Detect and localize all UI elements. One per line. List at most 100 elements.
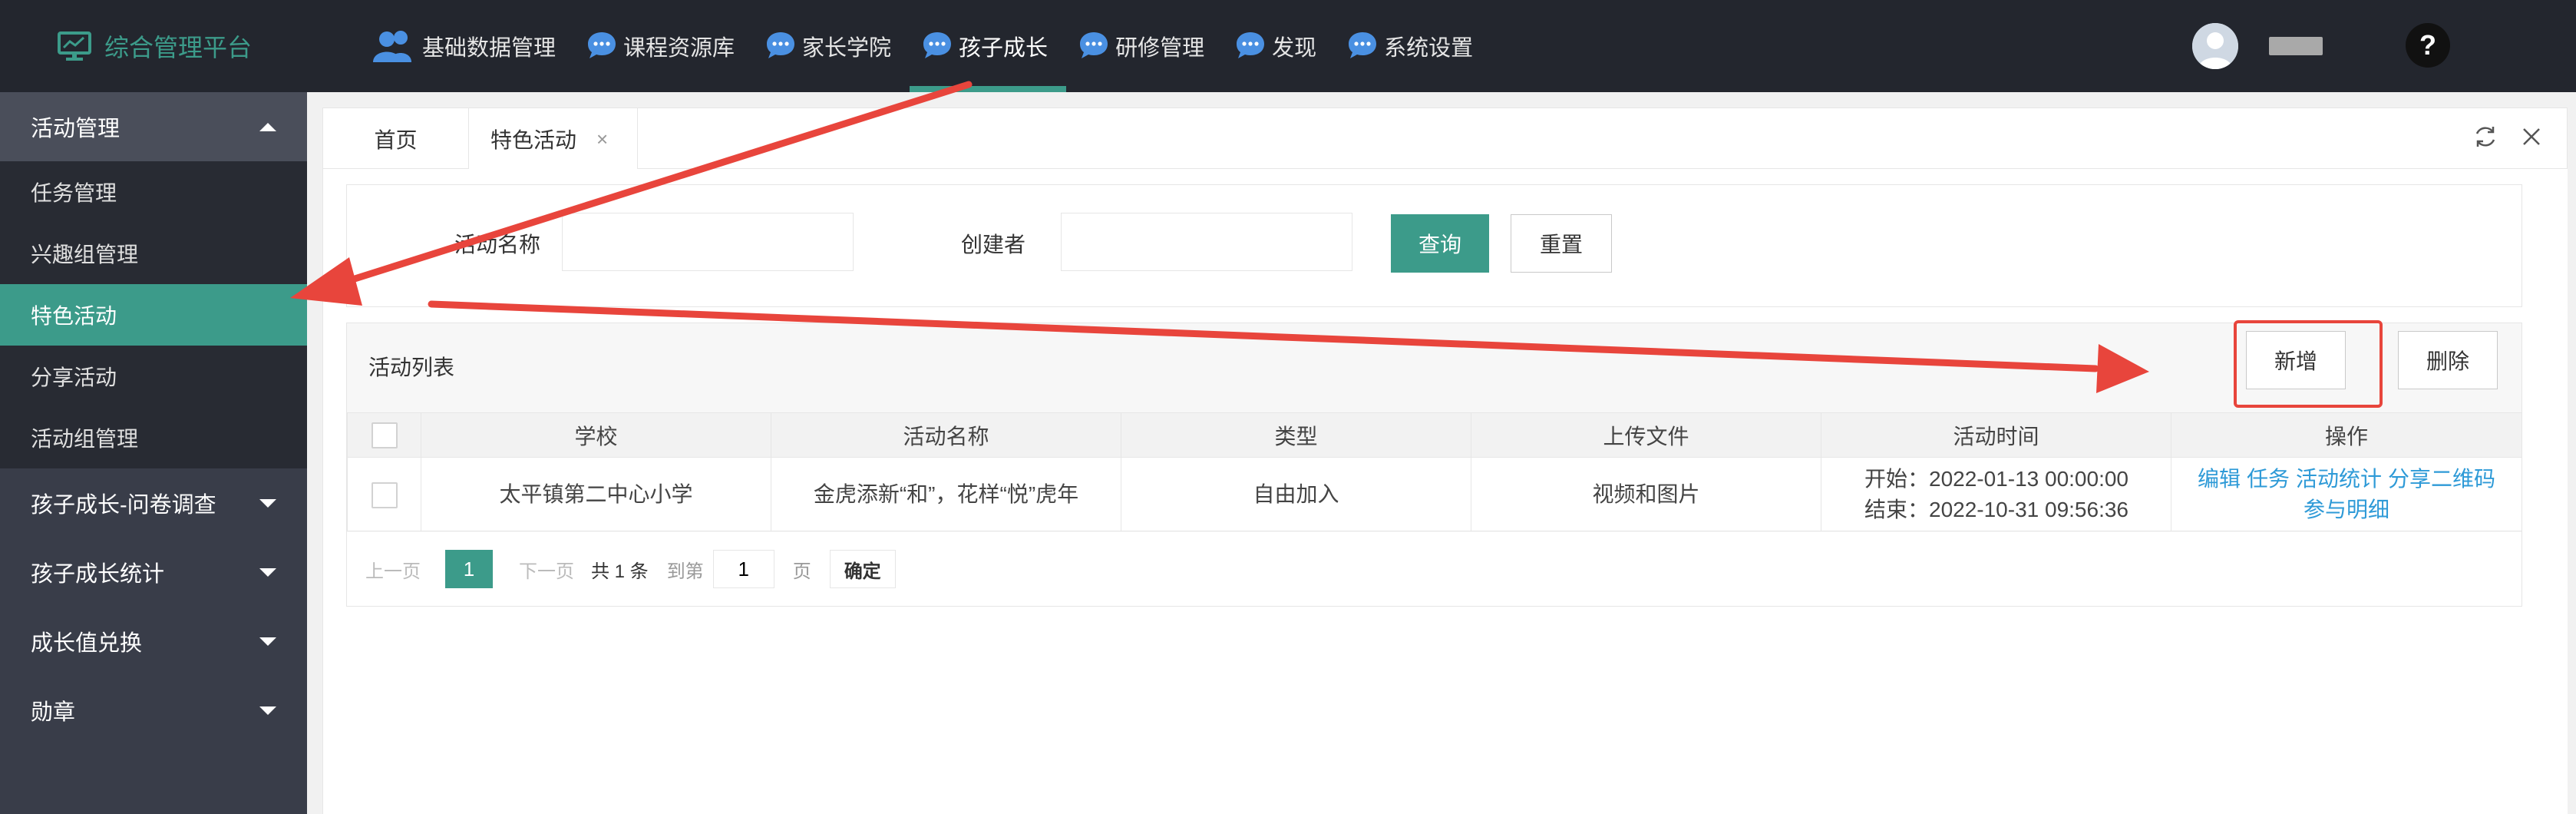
nav-course-library[interactable]: 课程资源库 xyxy=(574,0,753,92)
goto-page-input[interactable] xyxy=(712,550,774,588)
brand[interactable]: 综合管理平台 xyxy=(57,0,252,92)
chat-bubble-icon xyxy=(764,29,798,63)
nav-discover[interactable]: 发现 xyxy=(1223,0,1335,92)
sidebar-item-label: 分享活动 xyxy=(31,366,117,389)
nav-parent-academy[interactable]: 家长学院 xyxy=(753,0,910,92)
chat-bubble-icon xyxy=(1346,29,1379,63)
nav-system-settings[interactable]: 系统设置 xyxy=(1335,0,1491,92)
pagination: 上一页 1 下一页 共 1 条 到第 页 确定 xyxy=(347,532,2522,606)
activity-name-label: 活动名称 xyxy=(454,233,541,256)
end-time: 结束：2022-10-31 09:56:36 xyxy=(1864,497,2129,521)
sidebar-item-label: 活动组管理 xyxy=(31,427,139,451)
help-button[interactable]: ? xyxy=(2406,23,2450,68)
row-select-cell xyxy=(347,457,421,531)
activity-list-panel: 活动列表 新增 删除 学校 活动名称 类型 上传文件 活动时间 操作 太平镇第二… xyxy=(346,320,2522,607)
chat-bubble-icon xyxy=(1077,29,1111,63)
activity-stats-link[interactable]: 活动统计 xyxy=(2296,467,2382,491)
nav-label: 课程资源库 xyxy=(623,36,735,61)
start-time: 开始：2022-01-13 00:00:00 xyxy=(1864,466,2129,491)
chat-bubble-icon xyxy=(1234,29,1267,63)
sidebar-group-medals[interactable]: 勋章 xyxy=(0,676,307,745)
select-all-cell xyxy=(347,412,421,458)
query-button[interactable]: 查询 xyxy=(1391,214,1489,273)
row-checkbox[interactable] xyxy=(371,482,398,509)
caret-down-icon xyxy=(259,706,276,715)
reset-button[interactable]: 重置 xyxy=(1511,214,1612,273)
sidebar-item-label: 特色活动 xyxy=(31,304,117,328)
tab-label: 首页 xyxy=(374,128,418,152)
sidebar-group-statistics[interactable]: 孩子成长统计 xyxy=(0,538,307,607)
nav-training[interactable]: 研修管理 xyxy=(1066,0,1223,92)
prev-page[interactable]: 上一页 xyxy=(365,556,421,583)
sidebar-group-activity[interactable]: 活动管理 xyxy=(0,92,307,161)
files-cell: 视频和图片 xyxy=(1471,457,1821,531)
sidebar-group-label: 勋章 xyxy=(31,700,76,725)
top-bar: 综合管理平台 基础数据管理 课程资源库 家长学院 孩子成长 研修管理 发现 系统… xyxy=(0,0,2576,92)
sidebar-item-tasks[interactable]: 任务管理 xyxy=(0,161,307,223)
delete-button[interactable]: 删除 xyxy=(2398,331,2498,389)
nav-label: 发现 xyxy=(1272,36,1317,61)
list-title: 活动列表 xyxy=(368,356,455,379)
creator-input[interactable] xyxy=(1061,213,1352,271)
task-link[interactable]: 任务 xyxy=(2247,467,2290,491)
nav-label: 基础数据管理 xyxy=(422,36,556,61)
sidebar-group-label: 孩子成长统计 xyxy=(31,562,165,587)
main-area: 首页 特色活动 × 活动名称 创建者 查询 重置 活动列表 新增 删除 学校 活… xyxy=(307,92,2576,814)
help-icon: ? xyxy=(2419,29,2436,61)
close-all-icon[interactable] xyxy=(2520,125,2543,148)
caret-up-icon xyxy=(259,122,276,131)
share-qr-link[interactable]: 分享二维码 xyxy=(2388,467,2495,491)
user-menu[interactable] xyxy=(2192,23,2323,69)
page-unit: 页 xyxy=(792,561,811,582)
next-page[interactable]: 下一页 xyxy=(519,556,574,583)
goto-label: 到第 xyxy=(666,561,704,582)
tab-home[interactable]: 首页 xyxy=(323,108,469,170)
sidebar-item-activity-groups[interactable]: 活动组管理 xyxy=(0,407,307,468)
page-number-current[interactable]: 1 xyxy=(445,550,493,588)
tab-featured-activities[interactable]: 特色活动 × xyxy=(469,108,638,170)
column-header[interactable]: 学校 xyxy=(421,412,771,458)
avatar[interactable] xyxy=(2192,23,2238,69)
sidebar-group-exchange[interactable]: 成长值兑换 xyxy=(0,607,307,676)
column-header[interactable]: 活动名称 xyxy=(771,412,1121,458)
sidebar-item-featured-activities[interactable]: 特色活动 xyxy=(0,284,307,346)
dashboard-logo-icon xyxy=(58,31,91,61)
annotation-highlight-box xyxy=(2234,320,2383,408)
select-all-checkbox[interactable] xyxy=(371,422,398,448)
column-header[interactable]: 上传文件 xyxy=(1471,412,1821,458)
nav-label: 孩子成长 xyxy=(959,36,1049,61)
content-panel: 活动名称 创建者 查询 重置 活动列表 新增 删除 学校 活动名称 类型 上传文… xyxy=(322,169,2568,814)
sidebar-item-share-activities[interactable]: 分享活动 xyxy=(0,346,307,407)
tab-label: 特色活动 xyxy=(490,128,577,152)
activity-time-cell: 开始：2022-01-13 00:00:00 结束：2022-10-31 09:… xyxy=(1821,457,2171,531)
goto-confirm-button[interactable]: 确定 xyxy=(829,550,896,588)
column-header[interactable]: 类型 xyxy=(1121,412,1471,458)
refresh-icon[interactable] xyxy=(2472,124,2498,150)
edit-link[interactable]: 编辑 xyxy=(2198,467,2241,491)
type-cell: 自由加入 xyxy=(1121,457,1471,531)
school-cell: 太平镇第二中心小学 xyxy=(421,457,771,531)
total-count: 共 1 条 xyxy=(591,561,649,582)
nav-child-growth[interactable]: 孩子成长 xyxy=(910,0,1067,92)
sidebar-item-interest-groups[interactable]: 兴趣组管理 xyxy=(0,223,307,284)
users-icon xyxy=(372,28,418,64)
sidebar-group-survey[interactable]: 孩子成长-问卷调查 xyxy=(0,468,307,538)
caret-down-icon xyxy=(259,567,276,577)
chat-bubble-icon xyxy=(585,29,619,63)
column-header[interactable]: 操作 xyxy=(2171,412,2522,458)
column-header[interactable]: 活动时间 xyxy=(1821,412,2171,458)
nav-label: 研修管理 xyxy=(1115,36,1205,61)
sidebar-item-label: 兴趣组管理 xyxy=(31,243,139,266)
activity-name-input[interactable] xyxy=(562,213,854,271)
sidebar-group-label: 活动管理 xyxy=(31,117,121,141)
sidebar-group-label: 孩子成长-问卷调查 xyxy=(31,493,216,518)
brand-title: 综合管理平台 xyxy=(104,34,253,61)
close-icon[interactable]: × xyxy=(596,127,608,151)
caret-down-icon xyxy=(259,498,276,508)
search-form: 活动名称 创建者 查询 重置 xyxy=(346,184,2522,307)
sidebar-item-label: 任务管理 xyxy=(31,181,117,205)
nav-basic-data[interactable]: 基础数据管理 xyxy=(361,0,574,92)
chat-bubble-icon xyxy=(920,29,954,63)
participation-detail-link[interactable]: 参与明细 xyxy=(2304,498,2389,521)
sidebar-group-label: 成长值兑换 xyxy=(31,631,143,656)
